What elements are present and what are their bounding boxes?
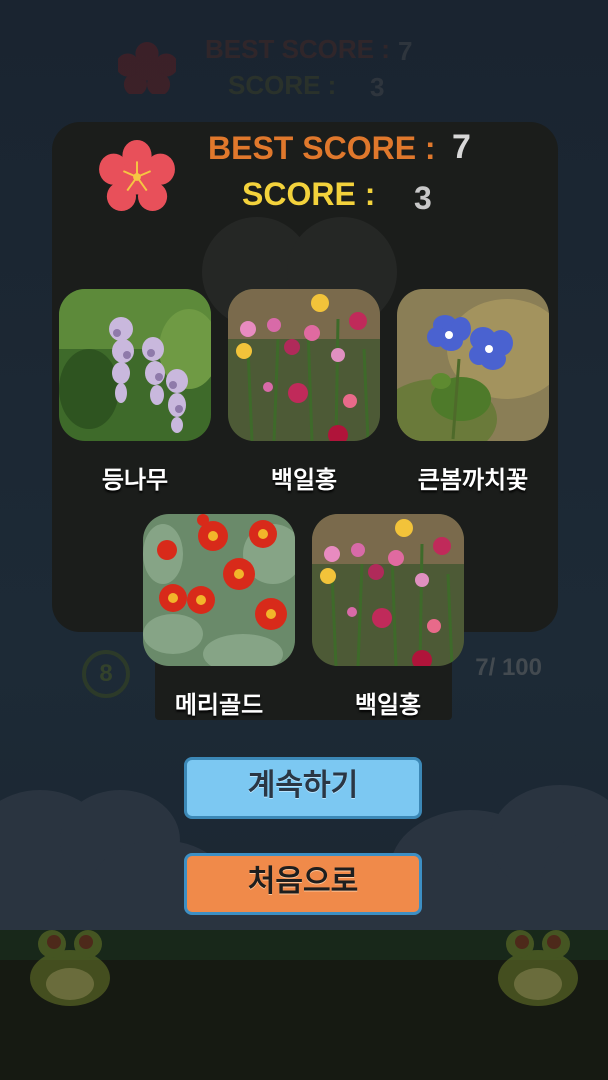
score-label: SCORE : [242, 176, 376, 212]
timer-circle: 8 [82, 650, 130, 698]
marigold-photo [143, 514, 295, 666]
flower-name-label: 등나무 [101, 466, 169, 494]
flower-name-label: 메리골드 [174, 691, 264, 719]
continue-button[interactable]: 계속하기 [184, 757, 422, 819]
flower-name-label: 백일홍 [270, 466, 338, 494]
home-button[interactable]: 처음으로 [184, 853, 422, 915]
flower-icon [99, 140, 175, 212]
background-best-score-label: BEST SCORE : [205, 34, 390, 64]
background-best-score-value: 7 [398, 36, 413, 66]
progress-count: 7/ 100 [475, 654, 542, 681]
wisteria-photo [59, 289, 211, 441]
zinnia-photo [312, 514, 464, 666]
flower-name-label: 백일홍 [354, 691, 422, 719]
background-score-label: SCORE : [228, 70, 337, 100]
flower-name-label: 큰봄까치꽃 [417, 466, 529, 494]
flower-card-wisteria[interactable] [59, 289, 211, 441]
best-score-label: BEST SCORE : [208, 130, 436, 166]
flower-icon [118, 42, 176, 94]
best-score-value: 7 [452, 128, 471, 166]
frog-icon [498, 930, 578, 1006]
flower-card-speedwell[interactable] [397, 289, 549, 441]
background-score-value: 3 [370, 72, 385, 102]
zinnia-photo [228, 289, 380, 441]
flower-card-zinnia[interactable] [312, 514, 464, 666]
frog-icon [30, 930, 110, 1006]
background-score-hud: BEST SCORE : 7 SCORE : 3 [0, 0, 608, 120]
flower-card-zinnia[interactable] [228, 289, 380, 441]
score-value: 3 [414, 180, 432, 216]
speedwell-photo [397, 289, 549, 441]
flower-card-marigold[interactable] [143, 514, 295, 666]
